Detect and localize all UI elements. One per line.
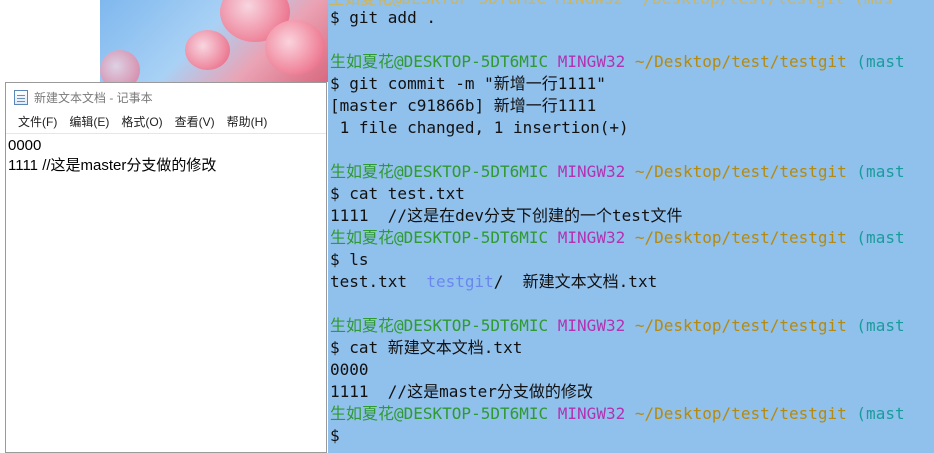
- prompt-system: MINGW32: [557, 228, 626, 247]
- prompt-path: ~/Desktop/test/testgit: [634, 52, 847, 71]
- wallpaper-flower: [185, 30, 230, 70]
- terminal-output-line: 0000: [330, 360, 369, 379]
- notepad-text-area[interactable]: 0000 1111 //这是master分支做的修改: [6, 134, 326, 176]
- terminal-output-line: 1111 //这是在dev分支下创建的一个test文件: [330, 206, 683, 225]
- prompt-system: MINGW32: [557, 404, 626, 423]
- prompt-path: ~/Desktop/test/testgit: [634, 228, 847, 247]
- prompt-branch: (mast: [856, 316, 905, 335]
- prompt-user-host: 生如夏花@DESKTOP-5DT6MIC: [330, 316, 549, 335]
- terminal-command-line: $ cat test.txt: [330, 184, 465, 203]
- prompt-branch: (mast: [856, 52, 905, 71]
- menu-edit[interactable]: 编辑(E): [63, 112, 115, 132]
- menu-view[interactable]: 查看(V): [169, 112, 221, 132]
- terminal-command-line: $ cat 新建文本文档.txt: [330, 338, 523, 357]
- terminal-ls-output: test.txt testgit/ 新建文本文档.txt: [330, 271, 657, 293]
- ls-directory: testgit: [426, 272, 494, 291]
- desktop-wallpaper: [100, 0, 328, 82]
- ls-file: test.txt: [330, 272, 408, 291]
- prompt-path: ~/Desktop/test/testgit: [634, 404, 847, 423]
- prompt-user-host: 生如夏花@DESKTOP-5DT6MIC: [330, 228, 549, 247]
- prompt-user-host: 生如夏花@DESKTOP-5DT6MIC: [330, 162, 549, 181]
- terminal-prompt-line: 生如夏花@DESKTOP-5DT6MIC MINGW32 ~/Desktop/t…: [330, 161, 905, 183]
- notepad-line: 1111 //这是master分支做的修改: [8, 157, 217, 174]
- notepad-line: 0000: [8, 137, 42, 154]
- prompt-branch: (mast: [856, 228, 905, 247]
- prompt-system: MINGW32: [557, 52, 626, 71]
- prompt-user-host: 生如夏花@DESKTOP-5DT6MIC: [330, 52, 549, 71]
- prompt-system: MINGW32: [557, 162, 626, 181]
- prompt-path: ~/Desktop/test/testgit: [634, 162, 847, 181]
- prompt-user-host: 生如夏花@DESKTOP-5DT6MIC: [330, 404, 549, 423]
- terminal-output-line: [master c91866b] 新增一行1111: [330, 96, 597, 115]
- terminal-command-line: $ git commit -m "新增一行1111": [330, 74, 606, 93]
- notepad-window[interactable]: 新建文本文档 - 记事本 文件(F) 编辑(E) 格式(O) 查看(V) 帮助(…: [5, 82, 327, 453]
- prompt-branch: (mast: [856, 404, 905, 423]
- menu-file[interactable]: 文件(F): [12, 112, 63, 132]
- menu-help[interactable]: 帮助(H): [221, 112, 274, 132]
- terminal-output-line: 1 file changed, 1 insertion(+): [330, 118, 629, 137]
- wallpaper-flower: [265, 20, 325, 75]
- notepad-titlebar[interactable]: 新建文本文档 - 记事本: [6, 83, 326, 111]
- terminal-output-line: 1111 //这是master分支做的修改: [330, 382, 593, 401]
- terminal-prompt-line: 生如夏花@DESKTOP-5DT6MIC MINGW32 ~/Desktop/t…: [330, 403, 905, 425]
- prompt-branch: (mast: [856, 162, 905, 181]
- wallpaper-flower: [100, 50, 140, 82]
- prompt-system: MINGW32: [557, 316, 626, 335]
- ls-directory-slash: /: [493, 272, 504, 291]
- terminal-prompt-line: 生如夏花@DESKTOP-5DT6MIC MINGW32 ~/Desktop/t…: [330, 227, 905, 249]
- terminal-command-line: $ ls: [330, 250, 369, 269]
- terminal-command-line: $ git add .: [330, 8, 436, 27]
- menu-format[interactable]: 格式(O): [115, 112, 168, 132]
- notepad-title: 新建文本文档 - 记事本: [34, 90, 153, 105]
- terminal-prompt-line: 生如夏花@DESKTOP-5DT6MIC MINGW32 ~/Desktop/t…: [330, 51, 905, 73]
- ls-file: 新建文本文档.txt: [522, 272, 658, 291]
- terminal-command-line: $: [330, 426, 340, 445]
- notepad-menubar: 文件(F) 编辑(E) 格式(O) 查看(V) 帮助(H): [6, 111, 326, 134]
- prompt-path: ~/Desktop/test/testgit: [634, 316, 847, 335]
- terminal-prompt-line: 生如夏花@DESKTOP-5DT6MIC MINGW32 ~/Desktop/t…: [330, 315, 905, 337]
- notepad-icon: [14, 89, 28, 105]
- git-bash-terminal[interactable]: 生如夏花@DESKTOP-5DT6MIC MINGW32 ~/Desktop/t…: [328, 0, 934, 453]
